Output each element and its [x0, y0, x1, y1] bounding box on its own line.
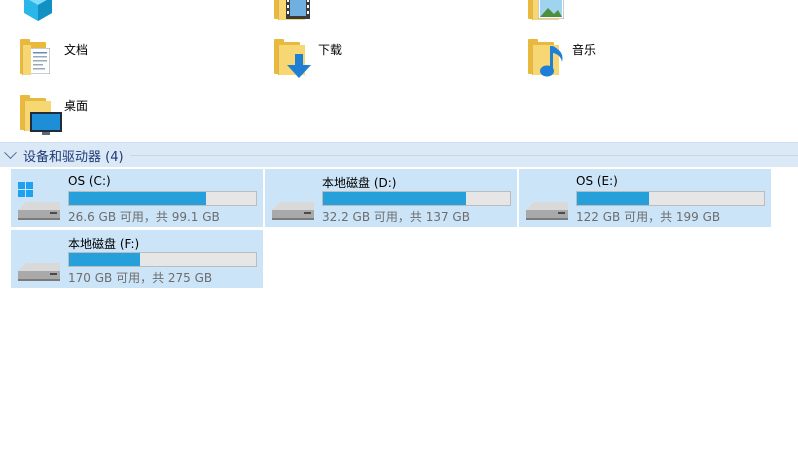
document-folder-icon: [18, 38, 58, 78]
drive-tile-c[interactable]: OS (C:) 26.6 GB 可用，共 99.1 GB: [11, 169, 263, 227]
section-title: 设备和驱动器 (4): [23, 149, 124, 165]
free-space-text: 122 GB 可用，共 199 GB: [576, 210, 721, 224]
drive-name: OS (C:): [68, 174, 111, 188]
usage-bar-fill: [577, 192, 650, 205]
hard-drive-icon: [524, 182, 570, 222]
folder-documents[interactable]: 文档: [18, 33, 258, 83]
windows-drive-icon: [16, 182, 62, 222]
folder-name: 文档: [64, 43, 89, 57]
folder-name: 桌面: [64, 99, 89, 113]
usage-bar-fill: [323, 192, 467, 205]
folder-videos[interactable]: [272, 0, 512, 28]
folder-name: 音乐: [572, 43, 597, 57]
folder-pictures[interactable]: [526, 0, 766, 28]
drive-tile-d[interactable]: 本地磁盘 (D:) 32.2 GB 可用，共 137 GB: [265, 169, 517, 227]
download-folder-icon: [272, 38, 312, 78]
devices-section-header[interactable]: 设备和驱动器 (4): [0, 142, 798, 167]
chevron-down-icon[interactable]: [4, 145, 17, 159]
usage-bar: [322, 191, 511, 206]
usage-bar-fill: [69, 253, 141, 266]
usage-bar: [576, 191, 765, 206]
usage-bar: [68, 252, 257, 267]
film-folder-icon: [272, 0, 312, 23]
drive-tile-e[interactable]: OS (E:) 122 GB 可用，共 199 GB: [519, 169, 771, 227]
music-folder-icon: [526, 38, 566, 78]
hard-drive-icon: [16, 243, 62, 283]
hard-drive-icon: [270, 182, 316, 222]
free-space-text: 170 GB 可用，共 275 GB: [68, 271, 213, 285]
folder-desktop[interactable]: 桌面: [18, 89, 258, 139]
drive-name: OS (E:): [576, 174, 618, 188]
this-pc-view: 文档 下载 音乐 桌面 设备和驱动器 (4) OS (C:) 26.6 GB 可…: [0, 0, 798, 454]
picture-folder-icon: [526, 0, 566, 23]
free-space-text: 26.6 GB 可用，共 99.1 GB: [68, 210, 220, 224]
drive-tile-f[interactable]: 本地磁盘 (F:) 170 GB 可用，共 275 GB: [11, 230, 263, 288]
cube-icon: [18, 0, 58, 23]
folder-3d-objects[interactable]: [18, 0, 258, 28]
drive-name: 本地磁盘 (D:): [322, 176, 397, 190]
free-space-text: 32.2 GB 可用，共 137 GB: [322, 210, 470, 224]
usage-bar-fill: [69, 192, 206, 205]
folder-music[interactable]: 音乐: [526, 33, 766, 83]
drive-name: 本地磁盘 (F:): [68, 237, 140, 251]
section-divider: [129, 154, 798, 156]
usage-bar: [68, 191, 257, 206]
desktop-folder-icon: [18, 94, 62, 135]
folder-downloads[interactable]: 下载: [272, 33, 512, 83]
folder-name: 下载: [318, 43, 343, 57]
